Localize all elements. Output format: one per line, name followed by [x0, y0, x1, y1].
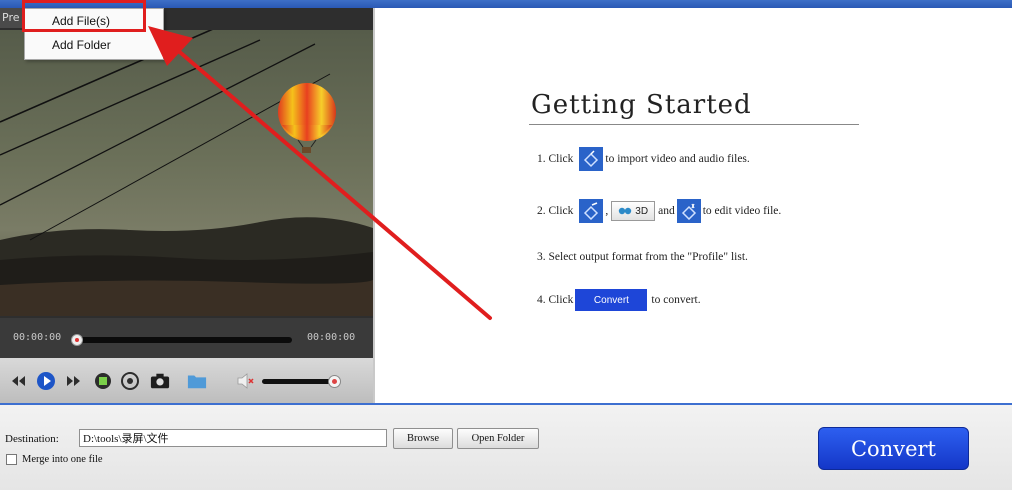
step-2-suffix: to edit video file. [702, 205, 782, 217]
step-2-prefix: 2. Click [537, 205, 574, 217]
getting-started-panel: Getting Started 1. Click to import video… [375, 8, 1012, 403]
convert-button[interactable]: Convert [818, 427, 969, 470]
highlight-box [22, 0, 146, 32]
menu-item-add-folder[interactable]: Add Folder [25, 35, 163, 55]
step-2-and: and [658, 205, 675, 217]
step-2: 2. Click , 3D and to edit video file. [537, 199, 781, 223]
video-preview [0, 30, 373, 316]
destination-label: Destination: [5, 433, 59, 445]
preview-panel: Pre 00:00:00 00:00:00 [0, 8, 373, 403]
stop-icon[interactable] [93, 371, 113, 391]
step-1: 1. Click to import video and audio files… [537, 147, 750, 171]
menu-item-add-folder-label: Add Folder [52, 38, 111, 52]
step-3: 3. Select output format from the "Profil… [537, 251, 748, 263]
folder-icon[interactable] [187, 371, 207, 391]
3d-glasses-icon [619, 207, 632, 215]
video-frame-image [0, 30, 373, 316]
play-icon[interactable] [36, 371, 56, 391]
merge-checkbox[interactable] [6, 454, 17, 465]
snapshot-icon[interactable] [150, 371, 170, 391]
step-2-sep: , [605, 205, 609, 217]
title-divider [529, 124, 859, 125]
volume-track[interactable] [262, 379, 332, 384]
3d-label: 3D [635, 205, 649, 217]
step-1-prefix: 1. Click [537, 153, 574, 165]
merge-option[interactable]: Merge into one file [6, 454, 103, 465]
import-icon [579, 147, 604, 171]
step-4-prefix: 4. Click [537, 294, 574, 306]
seek-track[interactable] [80, 337, 292, 343]
browse-button[interactable]: Browse [393, 428, 453, 449]
total-time: 00:00:00 [307, 332, 356, 343]
destination-field[interactable]: D:\tools\录屏\文件 [79, 429, 387, 447]
frame-icon[interactable] [120, 371, 140, 391]
player-controls [0, 358, 373, 403]
next-icon[interactable] [64, 371, 84, 391]
seek-bar-area: 00:00:00 00:00:00 [0, 318, 373, 358]
effect-icon [676, 199, 701, 223]
app-window: Pre 00:00:00 00:00:00 Getting Started 1.… [0, 0, 1012, 490]
prev-icon[interactable] [8, 371, 28, 391]
volume-handle[interactable] [328, 375, 341, 388]
current-time: 00:00:00 [13, 332, 62, 343]
step-4: 4. Click Convert to convert. [537, 289, 701, 311]
step-3-text: 3. Select output format from the "Profil… [537, 251, 748, 263]
merge-label: Merge into one file [22, 454, 103, 465]
seek-handle[interactable] [71, 334, 83, 346]
step-1-suffix: to import video and audio files. [605, 153, 750, 165]
edit-icon [579, 199, 604, 223]
open-folder-button[interactable]: Open Folder [457, 428, 539, 449]
title-bar [0, 0, 1012, 8]
bottom-bar: Destination: D:\tools\录屏\文件 Browse Open … [0, 405, 1012, 490]
volume-icon[interactable] [236, 371, 256, 391]
3d-button-sample: 3D [611, 201, 656, 221]
convert-button-sample: Convert [575, 289, 648, 311]
step-4-suffix: to convert. [651, 294, 701, 306]
getting-started-title: Getting Started [531, 90, 752, 120]
